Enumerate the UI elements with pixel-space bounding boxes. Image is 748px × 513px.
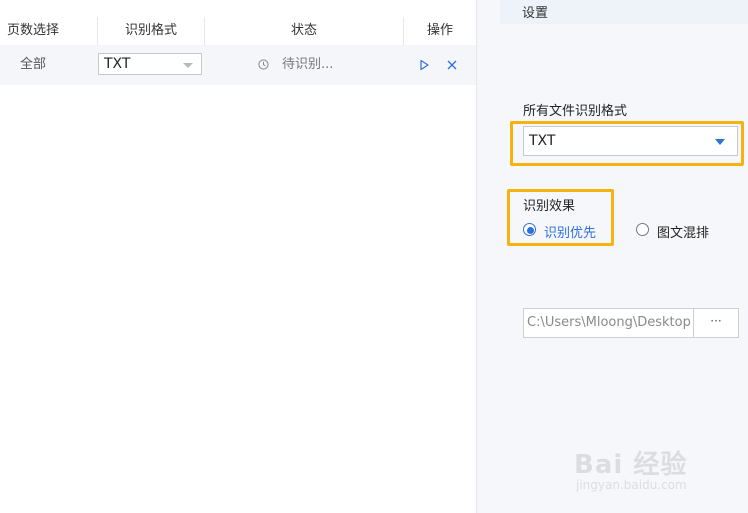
page-range-cell[interactable]: 全部 — [0, 45, 66, 85]
browse-button[interactable]: ··· — [694, 308, 739, 338]
radio-accuracy-first[interactable]: 识别优先 — [523, 222, 608, 241]
watermark-logo: Bai 经验 jingyan.baidu.com — [568, 430, 718, 500]
close-icon[interactable] — [446, 59, 458, 71]
column-header-actions: 操作 — [426, 23, 453, 38]
watermark-text: Bai 经验 — [574, 450, 688, 480]
file-list-panel: 页数选择 识别格式 状态 操作 全部 TXT 待识别... — [0, 0, 476, 513]
row-format-value: TXT — [104, 56, 131, 72]
radio-checked-icon — [523, 223, 536, 236]
column-header-format: 识别格式 — [124, 23, 177, 38]
caret-down-icon — [183, 63, 193, 68]
play-icon[interactable] — [418, 59, 430, 71]
output-path-input[interactable]: C:\Users\Mloong\Desktop — [523, 308, 694, 338]
radio-mixed-layout[interactable]: 图文混排 — [636, 222, 736, 241]
radio-unchecked-icon — [636, 223, 649, 236]
all-files-format-value: TXT — [529, 133, 556, 149]
column-header-pages: 页数选择 — [6, 23, 59, 38]
recognition-effect-label: 识别效果 — [523, 199, 576, 214]
radio-mixed-label: 图文混排 — [657, 226, 710, 241]
caret-down-icon — [715, 139, 725, 145]
column-header-status: 状态 — [290, 23, 317, 38]
all-files-format-label: 所有文件识别格式 — [523, 104, 628, 119]
watermark-domain: jingyan.baidu.com — [576, 478, 687, 492]
table-row[interactable]: 全部 TXT 待识别... — [0, 45, 476, 85]
settings-header: 设置 — [500, 0, 748, 24]
all-files-format-select[interactable]: TXT — [523, 126, 738, 156]
clock-icon — [258, 59, 269, 70]
top-strip — [0, 0, 476, 17]
panel-splitter[interactable] — [476, 0, 500, 513]
radio-accuracy-label: 识别优先 — [544, 226, 597, 241]
status-text: 待识别... — [282, 57, 334, 72]
settings-title: 设置 — [522, 6, 549, 21]
row-format-select[interactable]: TXT — [98, 53, 202, 75]
